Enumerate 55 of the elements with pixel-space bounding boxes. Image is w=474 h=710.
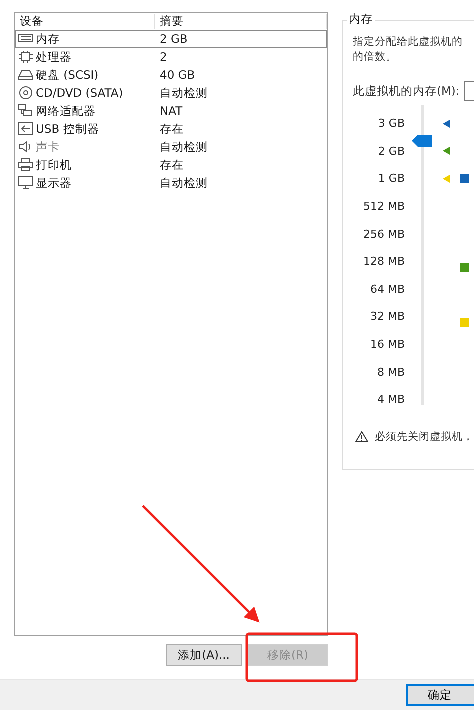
description-text: 的倍数。 bbox=[353, 50, 398, 65]
processor-icon bbox=[18, 50, 34, 64]
group-title: 内存 bbox=[347, 12, 375, 27]
printer-icon bbox=[18, 158, 34, 172]
device-row[interactable]: CD/DVD (SATA) 自动检测 bbox=[15, 84, 326, 102]
device-row[interactable]: 处理器 2 bbox=[15, 48, 326, 66]
disc-icon bbox=[18, 86, 34, 100]
add-button[interactable]: 添加(A)... bbox=[166, 644, 242, 666]
device-row[interactable]: 声卡 自动检测 bbox=[15, 138, 326, 156]
device-summary: NAT bbox=[159, 104, 184, 118]
device-name: 处理器 bbox=[36, 50, 72, 64]
device-row[interactable]: 显示器 自动检测 bbox=[15, 174, 326, 192]
device-summary: 2 bbox=[159, 50, 168, 64]
usb-icon bbox=[18, 122, 34, 136]
device-name: 声卡 bbox=[36, 140, 60, 154]
tick-label: 3 GB bbox=[377, 116, 405, 132]
tick-label: 4 MB bbox=[376, 392, 405, 408]
device-name: USB 控制器 bbox=[36, 122, 100, 136]
warning-icon bbox=[355, 430, 369, 443]
device-summary: 自动检测 bbox=[159, 86, 209, 100]
device-name: 内存 bbox=[36, 32, 60, 46]
memory-label: 此虚拟机的内存(M): bbox=[353, 84, 460, 98]
column-header[interactable]: 设备 bbox=[15, 14, 155, 29]
device-summary: 自动检测 bbox=[159, 140, 209, 154]
description-text: 指定分配给此虚拟机的 bbox=[353, 35, 464, 50]
device-summary: 2 GB bbox=[159, 32, 189, 46]
ok-button[interactable]: 确定 bbox=[406, 684, 474, 706]
device-summary: 自动检测 bbox=[159, 176, 209, 190]
tick-label: 8 MB bbox=[376, 364, 405, 381]
tick-label: 64 MB bbox=[369, 282, 405, 298]
tick-label: 2 GB bbox=[377, 144, 405, 160]
warning-text: 必须先关闭虚拟机， bbox=[375, 430, 474, 444]
device-summary: 存在 bbox=[159, 122, 185, 136]
device-row[interactable]: 硬盘 (SCSI) 40 GB bbox=[15, 66, 326, 84]
device-name: 网络适配器 bbox=[36, 104, 96, 118]
device-name: 硬盘 (SCSI) bbox=[36, 68, 99, 82]
device-summary: 存在 bbox=[159, 158, 185, 172]
device-row[interactable]: 打印机 存在 bbox=[15, 156, 326, 174]
device-row[interactable]: 网络适配器 NAT bbox=[15, 102, 326, 120]
device-summary: 40 GB bbox=[159, 68, 196, 82]
device-row[interactable]: USB 控制器 存在 bbox=[15, 120, 326, 138]
network-icon bbox=[18, 104, 34, 118]
tick-label: 512 MB bbox=[362, 199, 405, 216]
tick-label: 128 MB bbox=[362, 254, 405, 270]
device-row[interactable]: 内存 2 GB bbox=[15, 30, 327, 48]
tick-label: 1 GB bbox=[377, 171, 405, 188]
device-name: 显示器 bbox=[36, 176, 72, 190]
tick-label: 32 MB bbox=[369, 309, 405, 326]
column-header[interactable]: 摘要 bbox=[155, 14, 327, 29]
slider-thumb[interactable] bbox=[412, 135, 432, 148]
device-name: CD/DVD (SATA) bbox=[36, 86, 124, 100]
tick-label: 16 MB bbox=[369, 337, 405, 354]
device-name: 打印机 bbox=[36, 158, 72, 172]
monitor-icon bbox=[18, 176, 34, 190]
tick-label: 256 MB bbox=[362, 226, 405, 243]
